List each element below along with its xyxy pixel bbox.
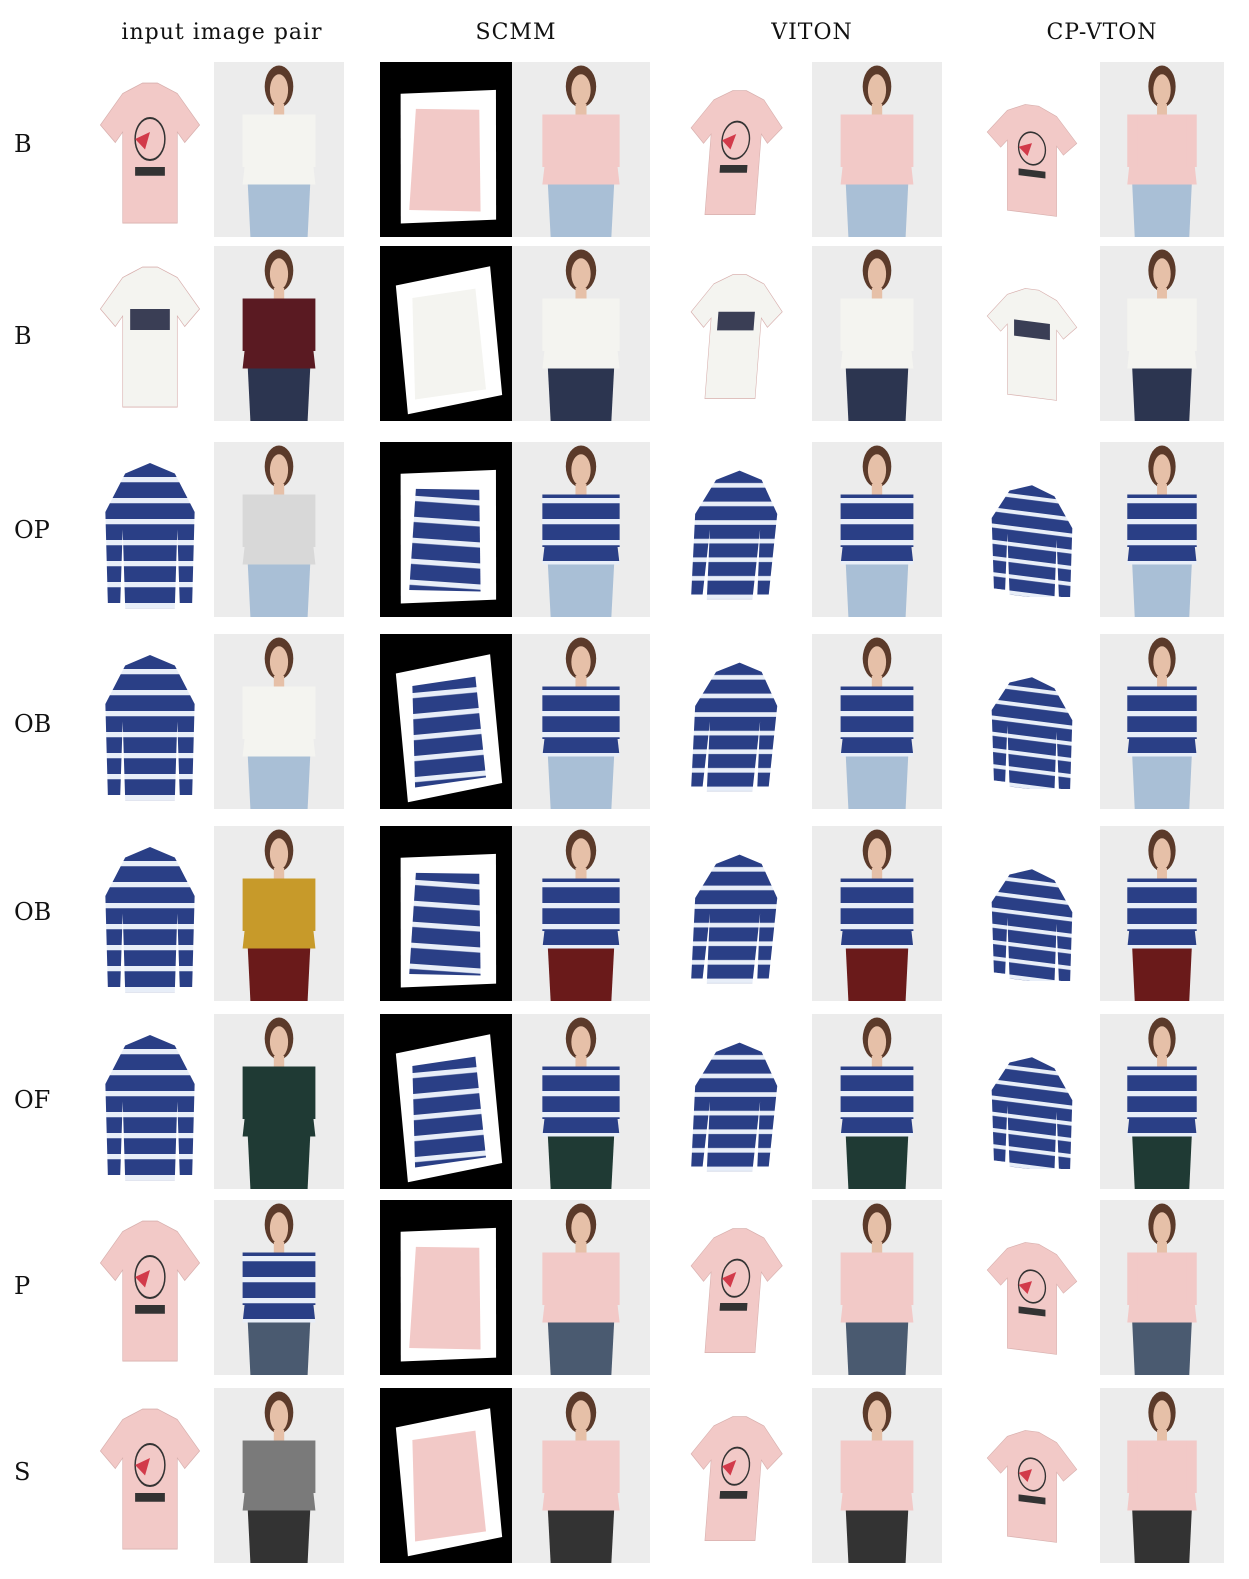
cp-vton-result-image [1100,634,1224,809]
input-garment-image [88,634,212,809]
column-header-scmm: SCMM [475,20,557,45]
viton-warped-garment-image [684,1398,798,1553]
row-label: B [14,130,32,158]
scmm-warped-garment-image [380,246,512,421]
column-header-input-pair: input image pair [121,20,323,45]
scmm-warped-garment-image [380,1200,512,1375]
cp-vton-result-image [1100,1388,1224,1563]
viton-result-image [812,442,942,617]
input-garment-image [88,62,212,237]
viton-result-image [812,246,942,421]
input-person-image [214,1014,344,1189]
viton-result-image [812,1200,942,1375]
input-person-image [214,826,344,1001]
scmm-result-image [512,62,650,237]
row-label: OF [14,1086,51,1114]
scmm-result-image [512,246,650,421]
scmm-warped-garment-image [380,1014,512,1189]
viton-warped-garment-image [684,72,798,227]
viton-warped-garment-image [684,1210,798,1365]
input-person-image [214,634,344,809]
column-header-cp-vton: CP-VTON [1046,20,1158,45]
cp-vton-warped-garment-image [976,846,1088,981]
cp-vton-result-image [1100,1014,1224,1189]
scmm-result-image [512,634,650,809]
input-person-image [214,246,344,421]
viton-warped-garment-image [684,1024,798,1179]
cp-vton-result-image [1100,246,1224,421]
viton-result-image [812,826,942,1001]
viton-warped-garment-image [684,644,798,799]
scmm-result-image [512,826,650,1001]
cp-vton-warped-garment-image [976,1220,1088,1355]
row-label: OB [14,710,52,738]
viton-result-image [812,62,942,237]
scmm-result-image [512,442,650,617]
cp-vton-warped-garment-image [976,1034,1088,1169]
scmm-result-image [512,1200,650,1375]
cp-vton-warped-garment-image [976,1408,1088,1543]
input-person-image [214,442,344,617]
input-garment-image [88,442,212,617]
scmm-warped-garment-image [380,826,512,1001]
viton-warped-garment-image [684,452,798,607]
input-garment-image [88,826,212,1001]
cp-vton-result-image [1100,62,1224,237]
input-person-image [214,62,344,237]
row-label: B [14,322,32,350]
cp-vton-warped-garment-image [976,266,1088,401]
column-header-viton: VITON [771,20,853,45]
viton-warped-garment-image [684,836,798,991]
scmm-result-image [512,1388,650,1563]
viton-warped-garment-image [684,256,798,411]
input-garment-image [88,246,212,421]
input-person-image [214,1200,344,1375]
cp-vton-warped-garment-image [976,654,1088,789]
row-label: OP [14,516,50,544]
cp-vton-warped-garment-image [976,462,1088,597]
viton-result-image [812,1014,942,1189]
viton-result-image [812,1388,942,1563]
cp-vton-warped-garment-image [976,82,1088,217]
row-label: OB [14,898,52,926]
scmm-warped-garment-image [380,634,512,809]
input-person-image [214,1388,344,1563]
input-garment-image [88,1200,212,1375]
scmm-warped-garment-image [380,1388,512,1563]
viton-result-image [812,634,942,809]
row-label: P [14,1272,31,1300]
input-garment-image [88,1388,212,1563]
cp-vton-result-image [1100,826,1224,1001]
scmm-warped-garment-image [380,442,512,617]
scmm-result-image [512,1014,650,1189]
cp-vton-result-image [1100,1200,1224,1375]
input-garment-image [88,1014,212,1189]
cp-vton-result-image [1100,442,1224,617]
row-label: S [14,1458,31,1486]
scmm-warped-garment-image [380,62,512,237]
